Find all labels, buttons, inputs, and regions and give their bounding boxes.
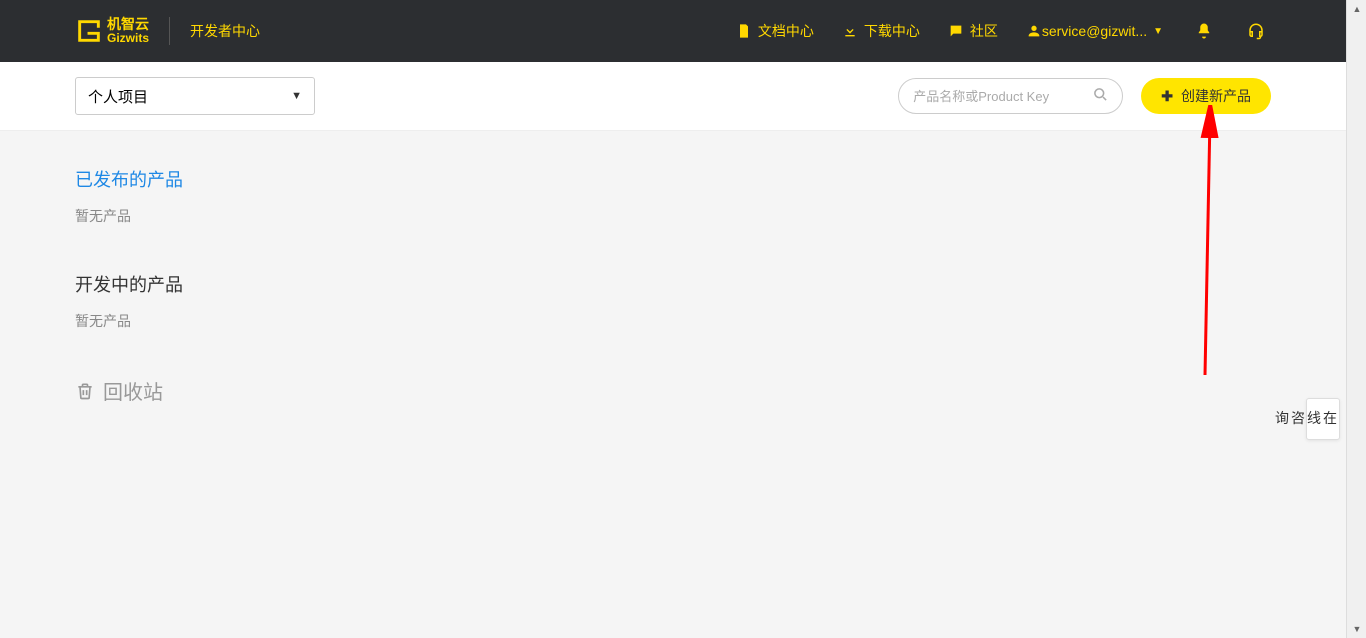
document-icon <box>736 23 752 39</box>
create-product-label: 创建新产品 <box>1181 86 1251 106</box>
consult-char-3: 咨 <box>1291 409 1307 429</box>
create-product-button[interactable]: ✚ 创建新产品 <box>1141 78 1271 114</box>
user-icon <box>1026 23 1042 39</box>
project-select[interactable]: 个人项目 ▼ <box>75 77 315 115</box>
consult-char-1: 在 <box>1323 409 1339 429</box>
plus-icon: ✚ <box>1161 88 1173 105</box>
nav-docs-label: 文档中心 <box>758 21 814 41</box>
published-products-title: 已发布的产品 <box>75 166 1271 192</box>
caret-down-icon: ▼ <box>1153 26 1163 37</box>
search-icon[interactable] <box>1093 87 1108 106</box>
recycle-bin[interactable]: 回收站 <box>75 376 1271 405</box>
developing-empty-text: 暂无产品 <box>75 311 1271 331</box>
headset-icon <box>1247 22 1265 40</box>
browser-scrollbar[interactable]: ▲ ▼ <box>1346 0 1366 638</box>
header-divider <box>169 17 170 45</box>
dev-center-link[interactable]: 开发者中心 <box>190 21 260 41</box>
consult-char-4: 询 <box>1275 409 1291 429</box>
developing-products-title: 开发中的产品 <box>75 271 1271 297</box>
logo-cn-text: 机智云 <box>107 17 149 32</box>
toolbar: 个人项目 ▼ ✚ 创建新产品 <box>0 62 1346 131</box>
search-input[interactable] <box>913 89 1093 104</box>
dropdown-caret-icon: ▼ <box>291 90 302 102</box>
download-icon <box>842 23 858 39</box>
scroll-up-arrow-icon[interactable]: ▲ <box>1347 0 1366 18</box>
published-empty-text: 暂无产品 <box>75 206 1271 226</box>
nav-notifications[interactable] <box>1195 22 1219 40</box>
project-select-label: 个人项目 <box>88 86 148 107</box>
user-label: service@gizwit... <box>1042 23 1147 39</box>
logo[interactable]: 机智云 Gizwits <box>75 17 149 46</box>
user-menu[interactable]: service@gizwit... ▼ <box>1026 23 1163 39</box>
nav-community[interactable]: 社区 <box>948 21 998 41</box>
main-content: 已发布的产品 暂无产品 开发中的产品 暂无产品 回收站 <box>0 131 1346 638</box>
nav-download-label: 下载中心 <box>864 21 920 41</box>
nav-docs[interactable]: 文档中心 <box>736 21 814 41</box>
nav-download[interactable]: 下载中心 <box>842 21 920 41</box>
recycle-label: 回收站 <box>103 376 163 405</box>
bell-icon <box>1195 22 1213 40</box>
search-box[interactable] <box>898 78 1123 114</box>
logo-en-text: Gizwits <box>107 32 149 45</box>
chat-icon <box>948 23 964 39</box>
trash-icon <box>75 381 95 401</box>
gizwits-logo-icon <box>75 17 103 45</box>
top-header: 机智云 Gizwits 开发者中心 文档中心 下载中心 社区 service@g… <box>0 0 1346 62</box>
scroll-down-arrow-icon[interactable]: ▼ <box>1347 620 1366 638</box>
online-consult-tab[interactable]: 在 线 咨 询 <box>1306 398 1340 440</box>
logo-text: 机智云 Gizwits <box>107 17 149 46</box>
nav-community-label: 社区 <box>970 21 998 41</box>
nav-support[interactable] <box>1247 22 1271 40</box>
consult-char-2: 线 <box>1307 409 1323 429</box>
